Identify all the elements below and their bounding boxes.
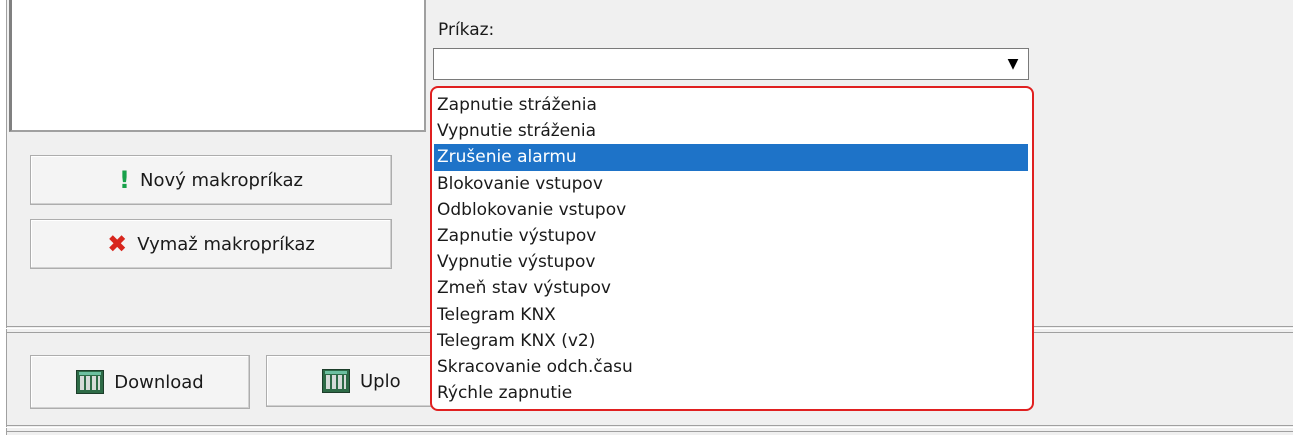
exclamation-icon: !: [119, 166, 130, 194]
dropdown-options: Zapnutie stráženia Vypnutie stráženia Zruš…: [434, 92, 1028, 406]
dropdown-option[interactable]: Telegram KNX (v2): [434, 328, 1028, 354]
separator: [6, 425, 1293, 426]
red-x-icon: ✖: [107, 230, 128, 258]
macro-list[interactable]: [9, 0, 426, 132]
dropdown-option[interactable]: Blokovanie vstupov: [434, 171, 1028, 197]
upload-label: Uplo: [360, 370, 401, 392]
command-select[interactable]: ▼: [433, 48, 1029, 80]
chevron-down-icon[interactable]: ▼: [998, 49, 1028, 79]
dropdown-option[interactable]: Zapnutie stráženia: [434, 92, 1028, 118]
new-macro-button[interactable]: ! Nový makropríkaz: [30, 155, 392, 205]
grid-icon: [76, 370, 105, 394]
dropdown-option[interactable]: Vypnutie stráženia: [434, 118, 1028, 144]
dropdown-option[interactable]: Zmeň stav výstupov: [434, 275, 1028, 301]
dropdown-option[interactable]: Odblokovanie vstupov: [434, 197, 1028, 223]
command-dropdown-list[interactable]: Zapnutie stráženia Vypnutie stráženia Zruš…: [430, 86, 1034, 411]
new-macro-label: Nový makropríkaz: [140, 169, 303, 191]
command-label: Príkaz:: [438, 20, 495, 40]
separator: [6, 427, 1293, 428]
delete-macro-button[interactable]: ✖ Vymaž makropríkaz: [30, 219, 392, 269]
dropdown-option[interactable]: Zapnutie výstupov: [434, 223, 1028, 249]
dropdown-option[interactable]: Vypnutie výstupov: [434, 249, 1028, 275]
download-label: Download: [114, 371, 204, 393]
delete-macro-label: Vymaž makropríkaz: [137, 233, 315, 255]
dropdown-option[interactable]: Telegram KNX: [434, 302, 1028, 328]
dropdown-option[interactable]: Rýchle zapnutie: [434, 380, 1028, 406]
grid-icon: [322, 369, 350, 393]
separator: [6, 431, 1293, 432]
download-button[interactable]: Download: [30, 355, 250, 409]
dropdown-option[interactable]: Skracovanie odch.času: [434, 354, 1028, 380]
dropdown-option[interactable]: Zrušenie alarmu: [434, 144, 1028, 171]
